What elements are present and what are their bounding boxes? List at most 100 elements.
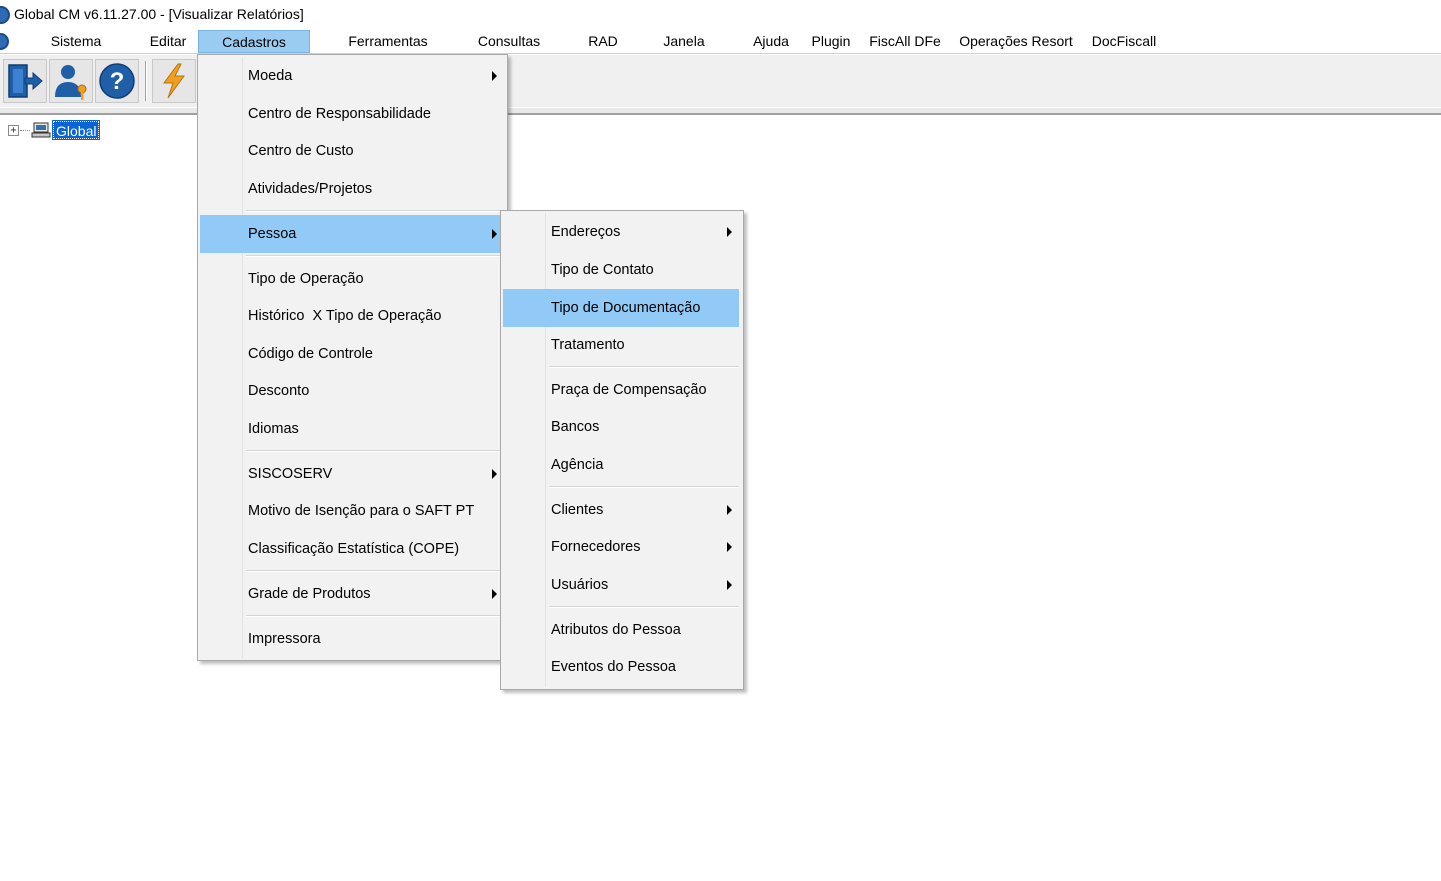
- menu-item-tipo-contato[interactable]: Tipo de Contato: [503, 251, 741, 289]
- cadastros-dropdown: Moeda Centro de Responsabilidade Centro …: [197, 54, 508, 661]
- menu-item-enderecos[interactable]: Endereços: [503, 213, 741, 251]
- menu-item-label: Impressora: [248, 631, 321, 647]
- menu-item-classificacao-estatistica[interactable]: Classificação Estatística (COPE): [200, 530, 505, 568]
- submenu-arrow-icon: [492, 71, 497, 81]
- submenu-arrow-icon: [727, 505, 732, 515]
- menu-item-label: Tratamento: [551, 337, 625, 353]
- menu-item-idiomas[interactable]: Idiomas: [200, 410, 505, 448]
- menu-item-label: Moeda: [248, 68, 293, 84]
- menu-separator: [246, 615, 503, 617]
- menu-separator: [246, 450, 503, 452]
- menu-separator: [549, 606, 739, 608]
- menu-operacoes-resort[interactable]: Operações Resort: [952, 30, 1080, 53]
- menu-item-impressora[interactable]: Impressora: [200, 620, 505, 658]
- menu-item-pessoa[interactable]: Pessoa: [200, 215, 505, 253]
- menu-separator: [246, 210, 503, 212]
- menu-item-label: Eventos do Pessoa: [551, 659, 676, 675]
- menu-sistema[interactable]: Sistema: [38, 30, 114, 53]
- menu-item-atividades-projetos[interactable]: Atividades/Projetos: [200, 170, 505, 208]
- menu-cadastros[interactable]: Cadastros: [198, 30, 310, 53]
- pessoa-submenu: Endereços Tipo de Contato Tipo de Docume…: [500, 210, 744, 690]
- computer-icon: [31, 122, 51, 138]
- menu-janela[interactable]: Janela: [654, 30, 714, 53]
- tree-expand-toggle[interactable]: +: [8, 124, 19, 136]
- exit-door-icon: [8, 64, 43, 98]
- menu-item-centro-custo[interactable]: Centro de Custo: [200, 132, 505, 170]
- title-bar: Global CM v6.11.27.00 - [Visualizar Rela…: [0, 0, 1441, 30]
- submenu-arrow-icon: [492, 229, 497, 239]
- tree-view: + Global: [8, 120, 101, 140]
- menu-item-fornecedores[interactable]: Fornecedores: [503, 528, 741, 566]
- submenu-arrow-icon: [492, 589, 497, 599]
- users-button[interactable]: [49, 59, 93, 103]
- menu-item-praca-compensacao[interactable]: Praça de Compensação: [503, 371, 741, 409]
- menu-item-moeda[interactable]: Moeda: [200, 57, 505, 95]
- menu-docfiscall[interactable]: DocFiscall: [1086, 30, 1162, 53]
- menu-item-clientes[interactable]: Clientes: [503, 491, 741, 529]
- tree-connector: [20, 129, 30, 131]
- tree-node-global[interactable]: Global: [51, 120, 101, 140]
- svg-text:?: ?: [110, 68, 125, 95]
- menu-separator: [246, 570, 503, 572]
- help-button[interactable]: ?: [95, 59, 139, 103]
- menu-separator: [549, 366, 739, 368]
- menu-rad[interactable]: RAD: [578, 30, 628, 53]
- menu-separator: [549, 486, 739, 488]
- menu-item-tipo-documentacao[interactable]: Tipo de Documentação: [503, 289, 739, 327]
- menu-item-tratamento[interactable]: Tratamento: [503, 326, 741, 364]
- menu-item-label: Fornecedores: [551, 539, 641, 555]
- menu-item-label: Tipo de Documentação: [551, 300, 701, 316]
- submenu-arrow-icon: [727, 580, 732, 590]
- menu-consultas[interactable]: Consultas: [464, 30, 554, 53]
- menu-item-grade-produtos[interactable]: Grade de Produtos: [200, 575, 505, 613]
- menu-item-usuarios[interactable]: Usuários: [503, 566, 741, 604]
- menu-item-codigo-controle[interactable]: Código de Controle: [200, 335, 505, 373]
- menu-ajuda[interactable]: Ajuda: [744, 30, 798, 53]
- menu-item-label: Código de Controle: [248, 346, 373, 362]
- menu-separator: [246, 255, 503, 257]
- menu-item-motivo-isencao-saft[interactable]: Motivo de Isenção para o SAFT PT: [200, 492, 505, 530]
- menu-item-label: Centro de Responsabilidade: [248, 106, 431, 122]
- lightning-button[interactable]: [152, 59, 196, 103]
- menu-item-siscoserv[interactable]: SISCOSERV: [200, 455, 505, 493]
- menu-item-label: Bancos: [551, 419, 600, 435]
- menu-item-label: Centro de Custo: [248, 143, 354, 159]
- menu-item-label: SISCOSERV: [248, 466, 333, 482]
- menu-editar[interactable]: Editar: [138, 30, 198, 53]
- exit-button[interactable]: [3, 59, 47, 103]
- menu-item-historico-tipo-operacao[interactable]: Histórico X Tipo de Operação: [200, 297, 505, 335]
- menu-item-bancos[interactable]: Bancos: [503, 408, 741, 446]
- submenu-arrow-icon: [727, 542, 732, 552]
- menu-item-label: Grade de Produtos: [248, 586, 371, 602]
- menu-item-label: Usuários: [551, 577, 609, 593]
- menu-item-tipo-operacao[interactable]: Tipo de Operação: [200, 260, 505, 298]
- system-menu-icon[interactable]: [0, 33, 9, 50]
- menu-item-label: Pessoa: [248, 226, 297, 242]
- menu-item-atributos-pessoa[interactable]: Atributos do Pessoa: [503, 611, 741, 649]
- toolbar-separator: [145, 61, 147, 101]
- menu-item-label: Desconto: [248, 383, 310, 399]
- menu-item-label: Histórico X Tipo de Operação: [248, 308, 442, 324]
- app-logo-icon: [0, 6, 10, 24]
- menu-item-label: Tipo de Contato: [551, 262, 654, 278]
- menu-ferramentas[interactable]: Ferramentas: [336, 30, 440, 53]
- window-title: Global CM v6.11.27.00 - [Visualizar Rela…: [14, 6, 304, 22]
- menu-item-centro-responsabilidade[interactable]: Centro de Responsabilidade: [200, 95, 505, 133]
- menu-item-label: Atributos do Pessoa: [551, 622, 681, 638]
- menu-item-eventos-pessoa[interactable]: Eventos do Pessoa: [503, 648, 741, 686]
- menu-item-label: Atividades/Projetos: [248, 181, 373, 197]
- submenu-arrow-icon: [727, 227, 732, 237]
- submenu-arrow-icon: [492, 469, 497, 479]
- menu-item-label: Classificação Estatística (COPE): [248, 541, 460, 557]
- menu-plugin[interactable]: Plugin: [804, 30, 858, 53]
- menu-fiscall-dfe[interactable]: FiscAll DFe: [864, 30, 946, 53]
- help-question-icon: ?: [99, 63, 135, 99]
- menu-item-label: Motivo de Isenção para o SAFT PT: [248, 503, 475, 519]
- menu-item-label: Clientes: [551, 502, 604, 518]
- menu-item-agencia[interactable]: Agência: [503, 446, 741, 484]
- menu-bar: Sistema Editar Cadastros Ferramentas Con…: [0, 30, 1441, 54]
- menu-item-desconto[interactable]: Desconto: [200, 372, 505, 410]
- lightning-icon: [163, 63, 185, 99]
- menu-item-label: Endereços: [551, 224, 621, 240]
- menu-item-label: Agência: [551, 457, 604, 473]
